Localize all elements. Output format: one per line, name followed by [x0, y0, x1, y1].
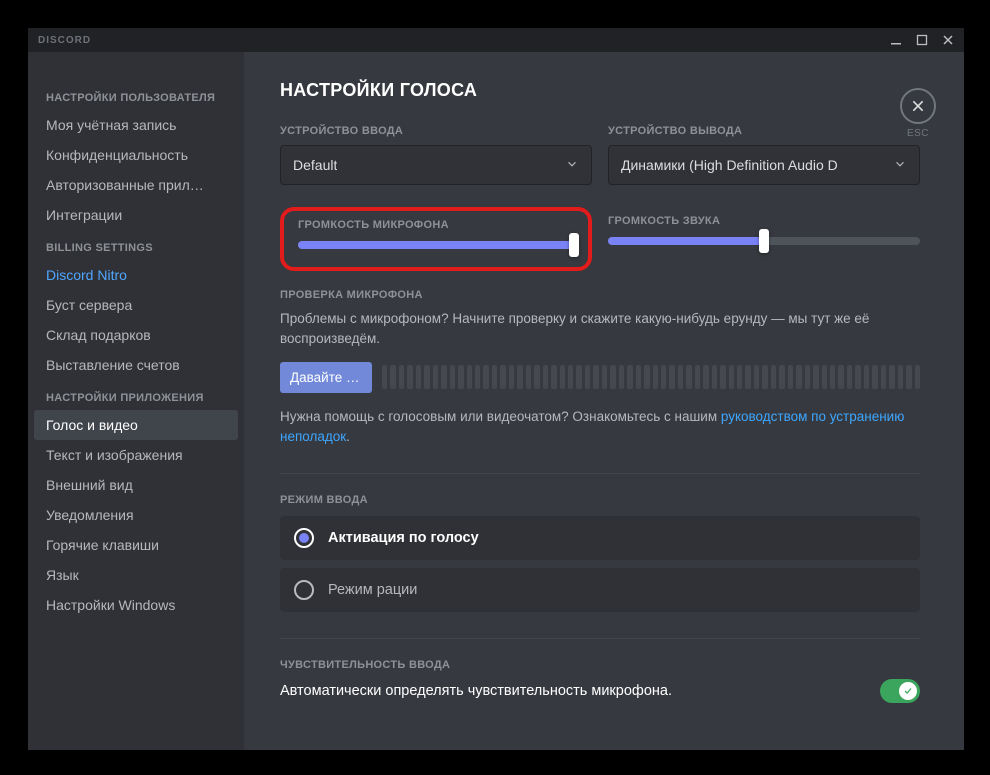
- brand-label: DISCORD: [38, 35, 91, 46]
- sidebar-group-header: НАСТРОЙКИ ПРИЛОЖЕНИЯ: [28, 380, 244, 410]
- sidebar-group-header: BILLING SETTINGS: [28, 230, 244, 260]
- auto-sensitivity-toggle[interactable]: [880, 679, 920, 703]
- sidebar-item[interactable]: Внешний вид: [28, 470, 244, 500]
- mic-test-button[interactable]: Давайте пр…: [280, 362, 372, 393]
- mic-test-row: Давайте пр…: [280, 362, 920, 393]
- close-window-button[interactable]: [938, 30, 958, 50]
- radio-icon: [294, 528, 314, 548]
- section-divider: [280, 473, 920, 474]
- content-area: НАСТРОЙКИ ПОЛЬЗОВАТЕЛЯМоя учётная запись…: [28, 52, 964, 750]
- output-device-label: УСТРОЙСТВО ВЫВОДА: [608, 125, 920, 137]
- sidebar-group-header: НАСТРОЙКИ ПОЛЬЗОВАТЕЛЯ: [28, 80, 244, 110]
- radio-icon: [294, 580, 314, 600]
- esc-label: ESC: [900, 128, 936, 139]
- chevron-down-icon: [565, 157, 579, 174]
- sidebar-item[interactable]: Настройки Windows: [28, 590, 244, 620]
- page-title: НАСТРОЙКИ ГОЛОСА: [280, 80, 920, 101]
- close-settings-button[interactable]: [900, 88, 936, 124]
- input-device-value: Default: [293, 157, 337, 173]
- slider-thumb[interactable]: [569, 233, 579, 257]
- help-suffix: .: [346, 429, 350, 444]
- app-window: DISCORD НАСТРОЙКИ ПОЛЬЗОВАТЕЛЯМоя учётна…: [28, 28, 964, 750]
- mic-volume-label: ГРОМКОСТЬ МИКРОФОНА: [298, 219, 574, 231]
- slider-thumb[interactable]: [759, 229, 769, 253]
- help-text: Нужна помощь с голосовым или видеочатом?…: [280, 407, 920, 448]
- window-controls: [886, 30, 958, 50]
- sensitivity-label: ЧУВСТВИТЕЛЬНОСТЬ ВВОДА: [280, 659, 920, 671]
- input-mode-voice-activity[interactable]: Активация по голосу: [280, 516, 920, 560]
- mic-test-header: ПРОВЕРКА МИКРОФОНА: [280, 289, 920, 301]
- volume-row: ГРОМКОСТЬ МИКРОФОНА ГРОМКОСТЬ ЗВУКА: [280, 203, 920, 271]
- input-mode-push-to-talk[interactable]: Режим рации: [280, 568, 920, 612]
- sidebar-item[interactable]: Конфиденциальность: [28, 140, 244, 170]
- titlebar: DISCORD: [28, 28, 964, 52]
- sidebar-item[interactable]: Выставление счетов: [28, 350, 244, 380]
- sidebar-item[interactable]: Моя учётная запись: [28, 110, 244, 140]
- chevron-down-icon: [893, 157, 907, 174]
- sidebar-item[interactable]: Уведомления: [28, 500, 244, 530]
- section-divider: [280, 638, 920, 639]
- settings-sidebar: НАСТРОЙКИ ПОЛЬЗОВАТЕЛЯМоя учётная запись…: [28, 52, 244, 750]
- mic-volume-highlight: ГРОМКОСТЬ МИКРОФОНА: [280, 207, 592, 271]
- output-volume-label: ГРОМКОСТЬ ЗВУКА: [608, 215, 920, 227]
- maximize-button[interactable]: [912, 30, 932, 50]
- sidebar-item[interactable]: Discord Nitro: [28, 260, 244, 290]
- output-device-select[interactable]: Динамики (High Definition Audio D: [608, 145, 920, 185]
- mic-test-text: Проблемы с микрофоном? Начните проверку …: [280, 309, 920, 350]
- mic-volume-slider[interactable]: [298, 241, 574, 249]
- output-volume-slider[interactable]: [608, 237, 920, 245]
- close-settings: ESC: [900, 88, 936, 139]
- radio-label: Режим рации: [328, 582, 417, 598]
- sidebar-item[interactable]: Голос и видео: [34, 410, 238, 440]
- sidebar-item[interactable]: Склад подарков: [28, 320, 244, 350]
- sidebar-item[interactable]: Буст сервера: [28, 290, 244, 320]
- sidebar-item[interactable]: Интеграции: [28, 200, 244, 230]
- device-row: УСТРОЙСТВО ВВОДА Default УСТРОЙСТВО ВЫВО…: [280, 125, 920, 185]
- sidebar-item[interactable]: Язык: [28, 560, 244, 590]
- sidebar-item[interactable]: Горячие клавиши: [28, 530, 244, 560]
- auto-sensitivity-label: Автоматически определять чувствительност…: [280, 683, 672, 699]
- minimize-button[interactable]: [886, 30, 906, 50]
- mic-level-meter: [382, 365, 920, 389]
- sidebar-item[interactable]: Авторизованные прил…: [28, 170, 244, 200]
- settings-main: ESC НАСТРОЙКИ ГОЛОСА УСТРОЙСТВО ВВОДА De…: [244, 52, 964, 750]
- toggle-knob: [899, 682, 917, 700]
- input-device-select[interactable]: Default: [280, 145, 592, 185]
- help-prefix: Нужна помощь с голосовым или видеочатом?…: [280, 409, 721, 424]
- input-mode-label: РЕЖИМ ВВОДА: [280, 494, 920, 506]
- sidebar-item[interactable]: Текст и изображения: [28, 440, 244, 470]
- radio-label: Активация по голосу: [328, 530, 479, 546]
- auto-sensitivity-row: Автоматически определять чувствительност…: [280, 679, 920, 703]
- output-device-value: Динамики (High Definition Audio D: [621, 157, 838, 173]
- input-device-label: УСТРОЙСТВО ВВОДА: [280, 125, 592, 137]
